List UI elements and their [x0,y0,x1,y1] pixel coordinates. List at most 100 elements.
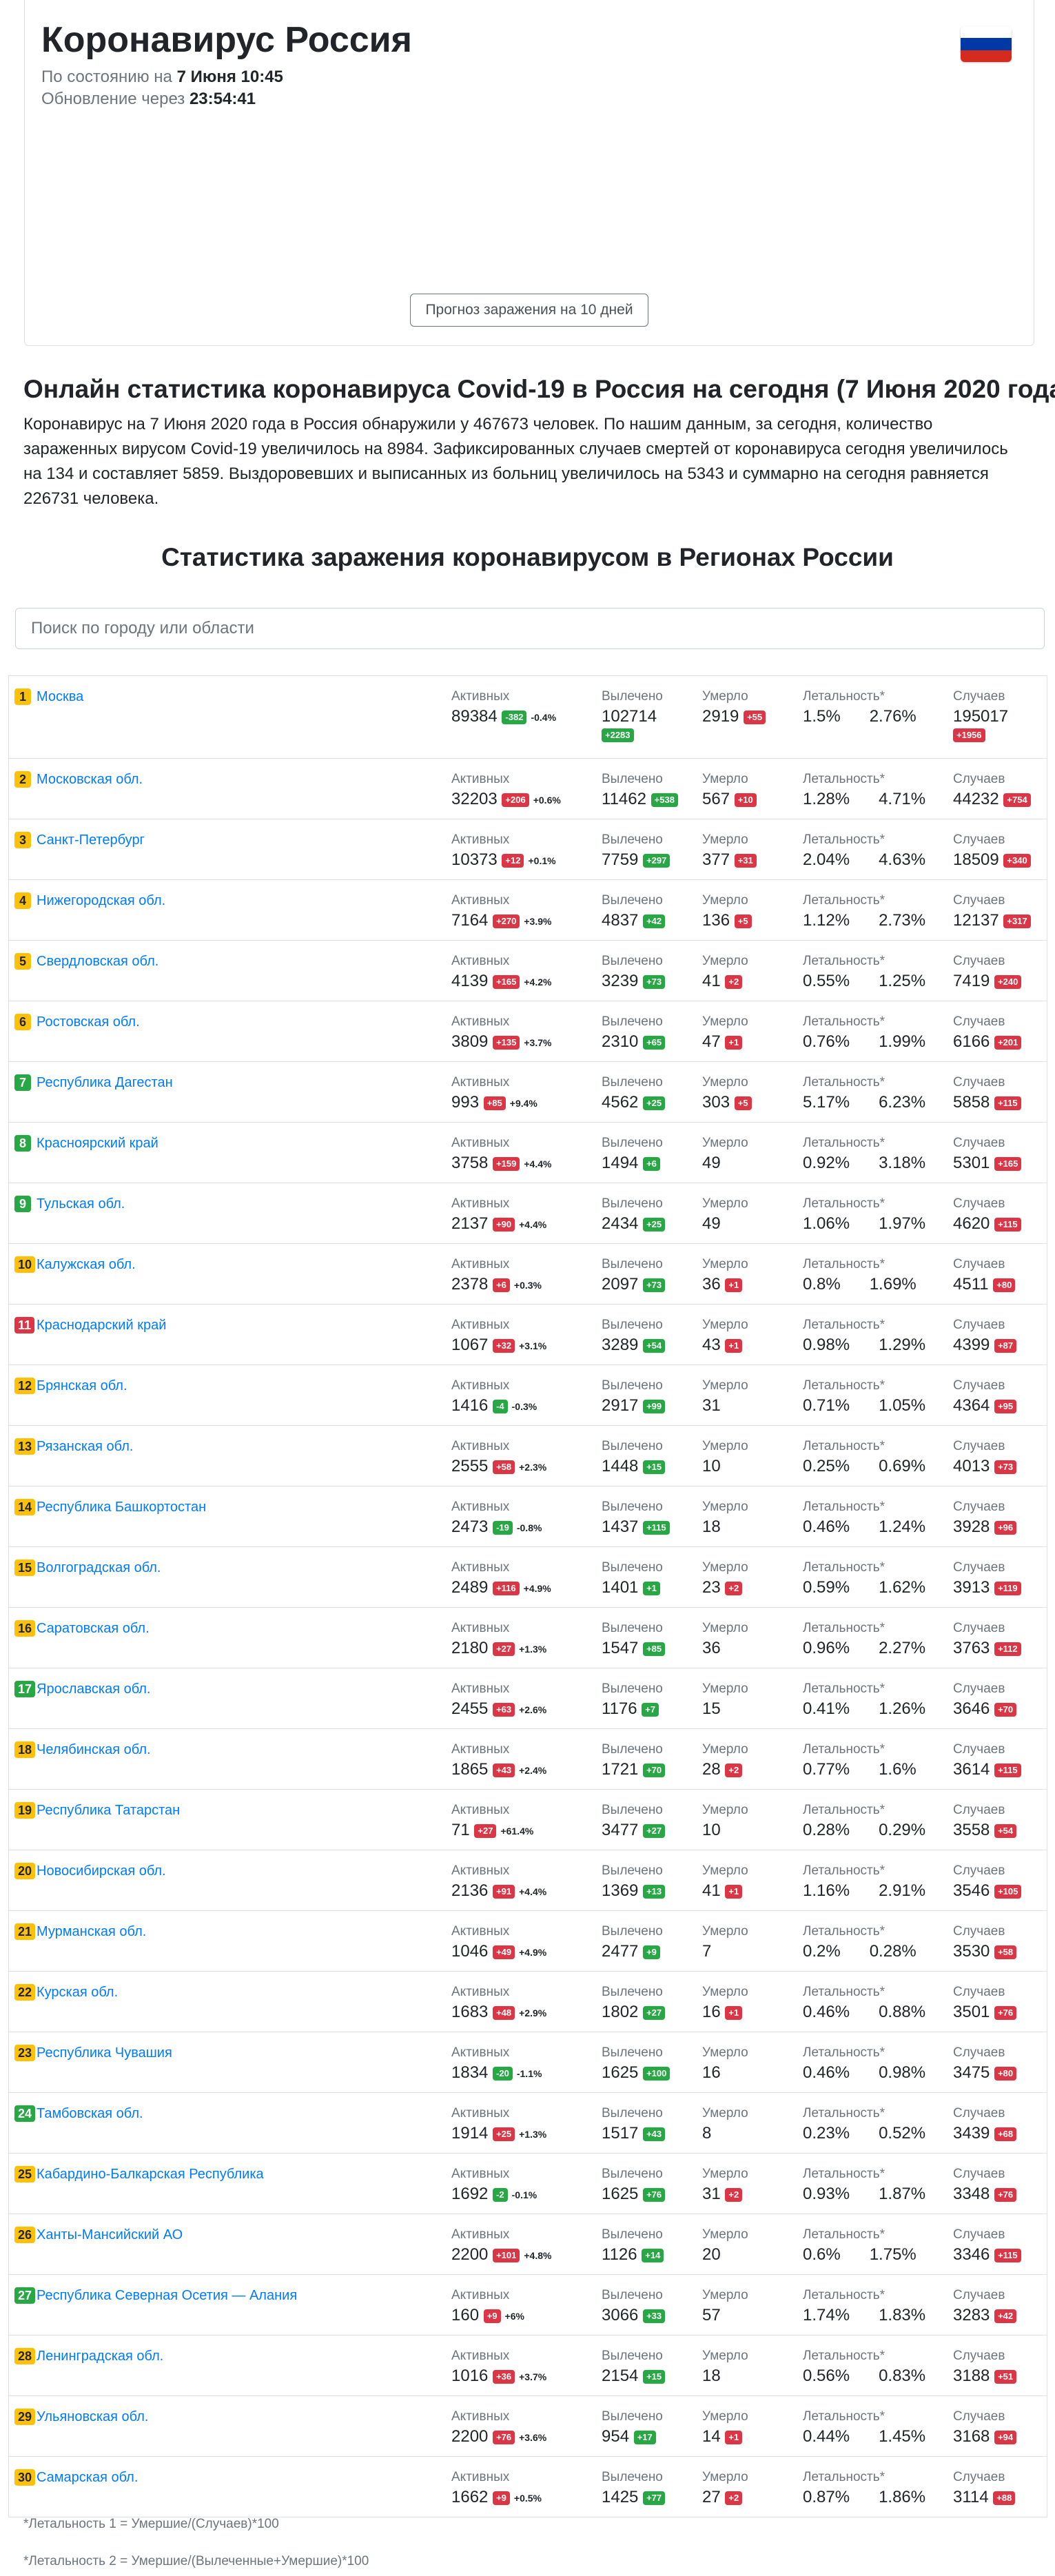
region-link[interactable]: Брянская обл. [37,1378,127,1394]
delta-badge: +77 [643,2491,666,2505]
rank-badge: 29 [14,2409,36,2425]
update-line: Обновление через 23:54:41 [41,90,256,108]
delta-badge: +2 [725,2491,743,2505]
deaths-col: Умерло 8 [702,2106,748,2143]
rank-badge: 24 [14,2105,36,2122]
delta-badge: +201 [994,1035,1022,1050]
region-link[interactable]: Москва [37,688,83,705]
region-link[interactable]: Ростовская обл. [37,1014,140,1030]
active-col: Активных 32203 +206 +0.6% [451,772,561,808]
region-link[interactable]: Краснодарский край [37,1317,166,1333]
deaths-col: Умерло 27 +2 [702,2470,748,2506]
delta-badge: +9 [493,2491,510,2505]
region-link[interactable]: Мурманская обл. [37,1923,146,1940]
deaths-col: Умерло 16 [702,2045,748,2082]
rank-badge: 26 [14,2227,36,2243]
rank-badge: 23 [14,2045,36,2061]
lethality-col: Летальность* 0.92% 3.18% [803,1136,926,1172]
recovered-col: Вылечено 1802 +27 [602,1984,666,2023]
active-col: Активных 1067 +32 +3.1% [451,1318,547,1354]
region-link[interactable]: Ульяновская обл. [37,2409,148,2425]
rank-badge: 3 [14,832,31,848]
forecast-button[interactable]: Прогноз заражения на 10 дней [410,294,648,327]
stat-1 [294,147,528,150]
deaths-col: Умерло 2919 +55 [702,688,766,727]
cases-col: Случаев 3913 +119 [953,1560,1021,1598]
footnote-1: *Летальность 1 = Умершие/(Случаев)*100 [23,2517,279,2531]
delta-badge: +1 [725,1338,743,1353]
delta-badge: +116 [493,1581,520,1595]
delta-badge: +27 [643,1823,666,1838]
delta-badge: +165 [493,974,520,989]
region-link[interactable]: Республика Северная Осетия — Алания [37,2287,297,2304]
region-link[interactable]: Курская обл. [37,1984,118,2001]
delta-badge: +54 [994,1823,1017,1838]
region-link[interactable]: Новосибирская обл. [37,1863,166,1879]
stat-3 [799,147,1034,150]
region-link[interactable]: Калужская обл. [37,1256,136,1273]
delta-badge: +297 [643,853,670,868]
active-col: Активных 2489 +116 +4.9% [451,1560,551,1597]
table-row: 25 Кабардино-Балкарская Республика Актив… [9,2154,1047,2214]
region-link[interactable]: Ханты-Мансийский АО [37,2227,183,2243]
lethality-col: Летальность* 0.59% 1.62% [803,1560,926,1597]
delta-badge: +754 [1003,793,1031,807]
region-link[interactable]: Тамбовская обл. [37,2105,143,2122]
region-link[interactable]: Ярославская обл. [37,1681,151,1697]
rank-badge: 27 [14,2287,36,2304]
region-link[interactable]: Свердловская обл. [37,953,158,970]
cases-col: Случаев 4013 +73 [953,1438,1017,1477]
delta-badge: +2 [725,1763,743,1777]
delta-badge: +115 [994,2248,1021,2262]
region-link[interactable]: Республика Башкортостан [37,1499,206,1515]
region-link[interactable]: Кабардино-Балкарская Республика [37,2166,264,2183]
deaths-col: Умерло 14 +1 [702,2409,748,2446]
delta-badge: +65 [643,1035,666,1050]
region-link[interactable]: Тульская обл. [37,1196,125,1212]
region-link[interactable]: Самарская обл. [37,2469,138,2486]
delta-badge: +112 [994,1642,1021,1656]
cases-col: Случаев 5301 +165 [953,1135,1022,1174]
region-link[interactable]: Саратовская обл. [37,1620,150,1637]
delta-badge: +2 [725,2187,743,2202]
region-link[interactable]: Республика Татарстан [37,1802,180,1819]
cases-col: Случаев 3501 +76 [953,1984,1017,2023]
delta-badge: +76 [994,2187,1017,2202]
table-row: 1 Москва Активных 89384 -382 -0.4% Вылечен… [9,676,1047,759]
rank-badge: 12 [14,1378,36,1394]
table-row: 28 Ленинградская обл. Активных 1016 +36 +3… [9,2335,1047,2396]
region-link[interactable]: Красноярский край [37,1135,158,1152]
deaths-col: Умерло 31 +2 [702,2167,748,2203]
cases-col: Случаев 4620 +115 [953,1196,1021,1234]
active-col: Активных 3809 +135 +3.7% [451,1014,552,1051]
table-row: 11 Краснодарский край Активных 1067 +32 +3… [9,1305,1047,1365]
cases-col: Случаев 5858 +115 [953,1074,1021,1113]
region-link[interactable]: Московская обл. [37,771,143,788]
delta-badge: +5 [734,914,752,928]
search-input[interactable]: Поиск по городу или области [15,608,1045,649]
region-link[interactable]: Нижегородская обл. [37,892,165,909]
region-link[interactable]: Ленинградская обл. [37,2348,163,2364]
lethality-col: Летальность* 0.55% 1.25% [803,954,926,990]
footnote-2: *Летальность 2 = Умершие/(Вылеченные+Уме… [23,2554,369,2568]
delta-badge: +85 [643,1642,666,1656]
recovered-col: Вылечено 2097 +73 [602,1256,666,1295]
region-link[interactable]: Санкт-Петербург [37,832,145,848]
region-link[interactable]: Республика Дагестан [37,1074,173,1091]
russia-flag-icon [961,26,1012,62]
region-link[interactable]: Рязанская обл. [37,1438,133,1455]
rank-badge: 15 [14,1560,36,1576]
table-row: 16 Саратовская обл. Активных 2180 +27 +1.3… [9,1608,1047,1668]
delta-badge: +91 [493,1884,515,1899]
region-link[interactable]: Республика Чувашия [37,2045,172,2061]
active-col: Активных 1046 +49 +4.9% [451,1924,547,1961]
region-link[interactable]: Волгоградская обл. [37,1560,161,1576]
delta-badge: +115 [994,1217,1021,1231]
deaths-col: Умерло 18 [702,2349,748,2385]
region-link[interactable]: Челябинская обл. [37,1741,151,1758]
table-row: 9 Тульская обл. Активных 2137 +90 +4.4% Вы… [9,1183,1047,1244]
rank-badge: 7 [14,1074,31,1091]
cases-col: Случаев 12137 +317 [953,892,1031,931]
delta-badge: +13 [643,1884,666,1899]
delta-badge: +17 [633,2430,656,2444]
